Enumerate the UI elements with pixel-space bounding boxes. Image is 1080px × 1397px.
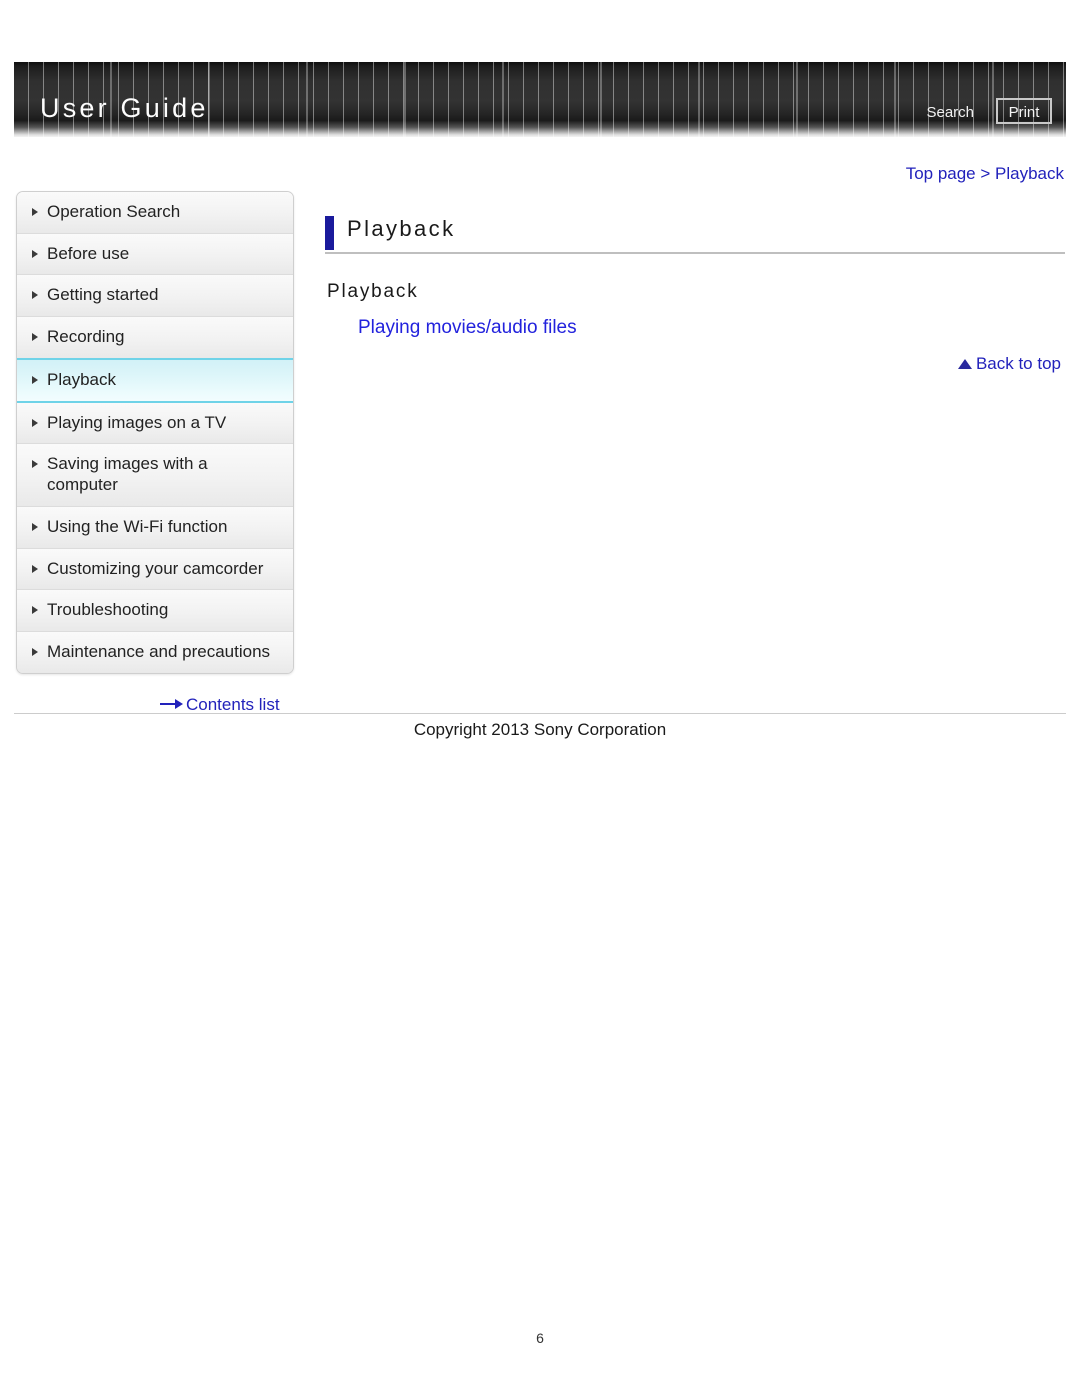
breadcrumb[interactable]: Top page > Playback bbox=[906, 164, 1064, 184]
header-banner: User Guide Search Print bbox=[14, 62, 1066, 137]
sidebar-item-saving-images-with-a-computer[interactable]: Saving images with a computer bbox=[17, 444, 293, 507]
contents-list-link[interactable]: Contents list bbox=[160, 695, 280, 715]
triangle-bullet-icon bbox=[32, 460, 38, 469]
page-heading-container: Playback bbox=[325, 216, 1065, 254]
heading-accent-bar bbox=[325, 216, 334, 250]
triangle-bullet-icon bbox=[32, 249, 38, 258]
page-title: User Guide bbox=[40, 93, 209, 123]
triangle-bullet-icon bbox=[32, 375, 38, 384]
sidebar-item-label: Saving images with a computer bbox=[47, 454, 208, 495]
copyright-text: Copyright 2013 Sony Corporation bbox=[413, 720, 667, 739]
sidebar-item-label: Getting started bbox=[47, 285, 159, 305]
sidebar-item-label: Troubleshooting bbox=[47, 600, 169, 620]
sidebar-item-recording[interactable]: Recording bbox=[17, 317, 293, 359]
sidebar-item-playback[interactable]: Playback bbox=[17, 357, 293, 403]
triangle-bullet-icon bbox=[32, 333, 38, 342]
sidebar-nav: Operation Search Before use Getting star… bbox=[16, 191, 294, 674]
contents-list-label: Contents list bbox=[186, 695, 280, 714]
sidebar-item-customizing-your-camcorder[interactable]: Customizing your camcorder bbox=[17, 548, 293, 591]
topic-link-playing-movies-audio-files[interactable]: Playing movies/audio files bbox=[358, 317, 577, 339]
sidebar-item-maintenance-and-precautions[interactable]: Maintenance and precautions bbox=[17, 632, 293, 673]
sidebar-item-troubleshooting[interactable]: Troubleshooting bbox=[17, 590, 293, 633]
print-button[interactable]: Print bbox=[996, 98, 1052, 124]
triangle-bullet-icon bbox=[32, 648, 38, 657]
search-button[interactable]: Search bbox=[926, 104, 974, 121]
sidebar-item-getting-started[interactable]: Getting started bbox=[17, 275, 293, 318]
sidebar-item-label: Maintenance and precautions bbox=[47, 642, 271, 662]
triangle-bullet-icon bbox=[32, 564, 38, 573]
section-heading-label: Playback bbox=[347, 216, 456, 241]
triangle-bullet-icon bbox=[32, 418, 38, 427]
sub-heading: Playback bbox=[327, 281, 419, 302]
page-number: 6 bbox=[536, 1330, 544, 1346]
back-to-top-link[interactable]: Back to top bbox=[957, 354, 1061, 374]
triangle-bullet-icon bbox=[32, 606, 38, 615]
sidebar-item-label: Recording bbox=[47, 327, 125, 347]
sidebar-item-label: Using the Wi-Fi function bbox=[47, 516, 228, 536]
sidebar-item-operation-search[interactable]: Operation Search bbox=[17, 192, 293, 234]
sidebar-item-label: Before use bbox=[47, 243, 130, 263]
sidebar-item-before-use[interactable]: Before use bbox=[17, 233, 293, 276]
arrow-right-icon bbox=[160, 698, 184, 709]
sidebar-item-playing-images-on-a-tv[interactable]: Playing images on a TV bbox=[17, 402, 293, 445]
triangle-up-icon bbox=[957, 358, 972, 369]
sidebar-item-using-the-wifi-function[interactable]: Using the Wi-Fi function bbox=[17, 506, 293, 549]
sidebar-item-label: Operation Search bbox=[47, 202, 181, 221]
sidebar-item-label: Customizing your camcorder bbox=[47, 558, 264, 578]
footer-divider bbox=[14, 713, 1066, 714]
back-to-top-label: Back to top bbox=[975, 354, 1061, 373]
triangle-bullet-icon bbox=[32, 291, 38, 300]
sidebar-item-label: Playback bbox=[47, 369, 116, 389]
triangle-bullet-icon bbox=[32, 208, 38, 216]
section-heading: Playback bbox=[325, 216, 1065, 254]
sidebar-item-label: Playing images on a TV bbox=[47, 412, 227, 432]
triangle-bullet-icon bbox=[32, 522, 38, 531]
